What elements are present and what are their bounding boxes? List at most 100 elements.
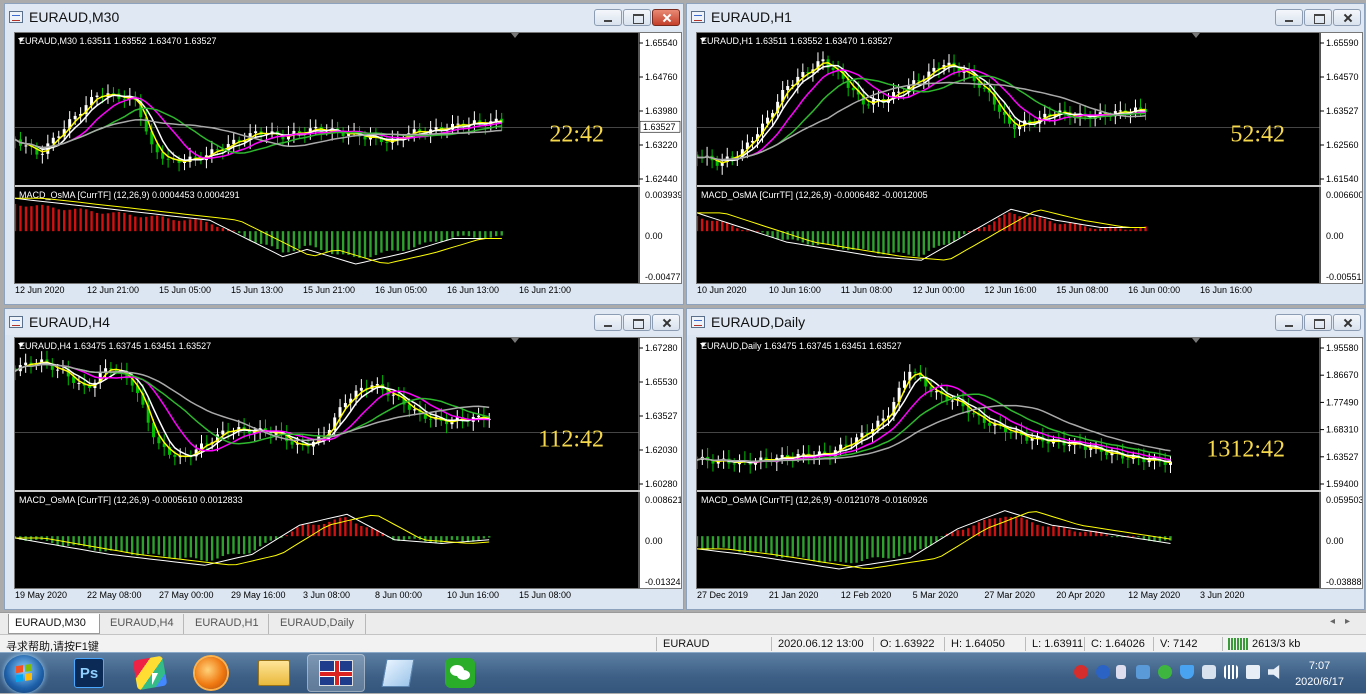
tab-scroll-arrows[interactable]: ◂▸ <box>1330 616 1360 627</box>
tab-euraud-h4[interactable]: EURAUD,H4 <box>104 614 184 634</box>
macd-histogram-bar <box>120 536 123 552</box>
macd-histogram-bar <box>90 211 93 232</box>
macd-histogram-bar <box>67 536 70 547</box>
macd-histogram-bar <box>456 536 459 541</box>
price-level-label: 1.62560 <box>1326 140 1359 150</box>
minimize-button[interactable] <box>594 9 622 26</box>
price-chart[interactable]: EURAUD,H1 1.63511 1.63552 1.63470 1.6352… <box>697 33 1362 283</box>
macd-histogram-bar <box>877 231 880 254</box>
price-chart[interactable]: EURAUD,Daily 1.63475 1.63745 1.63451 1.6… <box>697 338 1362 588</box>
chart-area[interactable]: EURAUD,H4 1.63475 1.63745 1.63451 1.6352… <box>14 337 682 589</box>
volume-icon[interactable] <box>1268 665 1280 679</box>
chart-window-h4[interactable]: EURAUD,H4 EURAUD,H4 1.63475 1.63745 1.634… <box>4 308 684 610</box>
tab-euraud-daily[interactable]: EURAUD,Daily <box>274 614 366 634</box>
price-chart[interactable]: EURAUD,H4 1.63475 1.63745 1.63451 1.6352… <box>15 338 681 588</box>
tab-euraud-m30[interactable]: EURAUD,M30 <box>8 614 100 634</box>
maximize-button[interactable] <box>1304 314 1332 331</box>
close-button[interactable] <box>652 9 680 26</box>
macd-histogram-bar <box>1078 532 1082 537</box>
macd-histogram-bar <box>741 229 744 232</box>
chart-window-m30[interactable]: EURAUD,M30 EURAUD,M30 1.63511 1.63552 1.6… <box>4 3 684 305</box>
macd-histogram-bar <box>919 536 922 550</box>
sogou-input-icon[interactable] <box>1074 665 1088 679</box>
help-tray-icon[interactable] <box>1096 665 1110 679</box>
time-axis-label: 27 May 00:00 <box>159 590 214 600</box>
macd-histogram-bar <box>46 205 50 232</box>
maximize-button[interactable] <box>623 314 651 331</box>
taskbar-paint[interactable] <box>121 654 179 692</box>
macd-histogram-bar <box>95 212 99 232</box>
title-bar[interactable]: EURAUD,H4 <box>5 309 683 335</box>
chart-window-icon <box>9 11 23 23</box>
macd-level-label: -0.013246 <box>645 577 681 587</box>
candle-body <box>972 413 976 415</box>
chart-area[interactable]: EURAUD,Daily 1.63475 1.63745 1.63451 1.6… <box>696 337 1363 589</box>
clock[interactable]: 7:07 2020/6/17 <box>1295 658 1344 690</box>
taskbar-wechat[interactable] <box>431 654 489 692</box>
network-share-icon[interactable] <box>1136 665 1150 679</box>
close-button[interactable] <box>1333 314 1361 331</box>
price-axis-panel <box>640 338 681 588</box>
chart-window-icon <box>9 316 23 328</box>
taskbar-file-explorer[interactable] <box>245 654 303 692</box>
maximize-button[interactable] <box>1304 9 1332 26</box>
security-shield-icon[interactable] <box>1180 665 1194 679</box>
signal-icon[interactable] <box>1224 665 1238 679</box>
minimize-button[interactable] <box>594 314 622 331</box>
time-axis-label: 27 Dec 2019 <box>697 590 749 600</box>
status-symbol: EURAUD <box>663 638 710 650</box>
macd-histogram-bar <box>15 536 17 538</box>
macd-histogram-bar <box>99 536 102 552</box>
title-bar[interactable]: EURAUD,Daily <box>687 309 1364 335</box>
macd-histogram-bar <box>205 221 208 232</box>
title-bar[interactable]: EURAUD,M30 <box>5 4 683 30</box>
chart-window-daily[interactable]: EURAUD,Daily EURAUD,Daily 1.63475 1.63745… <box>686 308 1365 610</box>
macd-histogram-bar <box>862 231 865 249</box>
candle-body <box>166 158 170 160</box>
macd-histogram-bar <box>301 524 304 537</box>
taskbar-photoshop[interactable]: Ps <box>60 654 118 692</box>
macd-histogram-bar <box>796 536 800 557</box>
macd-histogram-bar <box>731 225 734 232</box>
pane-separator <box>15 185 681 187</box>
chart-area[interactable]: EURAUD,M30 1.63511 1.63552 1.63470 1.635… <box>14 32 682 284</box>
battery-icon[interactable] <box>1246 665 1260 679</box>
candle-body <box>232 139 236 145</box>
chart-window-h1[interactable]: EURAUD,H1 EURAUD,H1 1.63511 1.63552 1.634… <box>686 3 1365 305</box>
minimize-button[interactable] <box>1275 9 1303 26</box>
maximize-button[interactable] <box>623 9 651 26</box>
taskbar-metatrader[interactable] <box>307 654 365 692</box>
macd-histogram-bar <box>434 231 438 242</box>
macd-histogram-bar <box>285 535 288 537</box>
macd-histogram-bar <box>456 231 460 237</box>
macd-histogram-bar <box>1089 531 1092 537</box>
minimize-button[interactable] <box>1275 314 1303 331</box>
close-button[interactable] <box>652 314 680 331</box>
wechat-tray-icon[interactable] <box>1158 665 1172 679</box>
usb-icon[interactable] <box>1116 665 1126 679</box>
candle-body <box>1139 107 1143 110</box>
title-bar[interactable]: EURAUD,H1 <box>687 4 1364 30</box>
macd-histogram-bar <box>221 536 225 557</box>
close-button[interactable] <box>1333 9 1361 26</box>
macd-histogram-bar <box>52 207 55 232</box>
macd-histogram-bar <box>836 231 840 248</box>
macd-level-label: 0.00 <box>645 231 663 241</box>
macd-histogram-bar <box>157 536 161 555</box>
taskbar-browser[interactable] <box>182 654 240 692</box>
chart-area[interactable]: EURAUD,H1 1.63511 1.63552 1.63470 1.6352… <box>696 32 1363 284</box>
tab-euraud-h1[interactable]: EURAUD,H1 <box>189 614 269 634</box>
candle-body <box>40 153 44 155</box>
macd-histogram-bar <box>473 231 476 238</box>
macd-histogram-bar <box>761 231 764 233</box>
time-axis-label: 27 Mar 2020 <box>984 590 1035 600</box>
macd-histogram-bar <box>1078 224 1082 232</box>
taskbar-notes[interactable] <box>369 654 427 692</box>
time-axis: 10 Jun 2020 10 Jun 16:00 11 Jun 08:00 12 Ju… <box>696 283 1363 297</box>
start-button[interactable] <box>4 655 44 693</box>
macd-histogram-bar <box>1063 223 1067 232</box>
macd-histogram-bar <box>451 231 454 238</box>
macd-histogram-bar <box>726 222 729 232</box>
update-icon[interactable] <box>1202 665 1216 679</box>
price-chart[interactable]: EURAUD,M30 1.63511 1.63552 1.63470 1.635… <box>15 33 681 283</box>
